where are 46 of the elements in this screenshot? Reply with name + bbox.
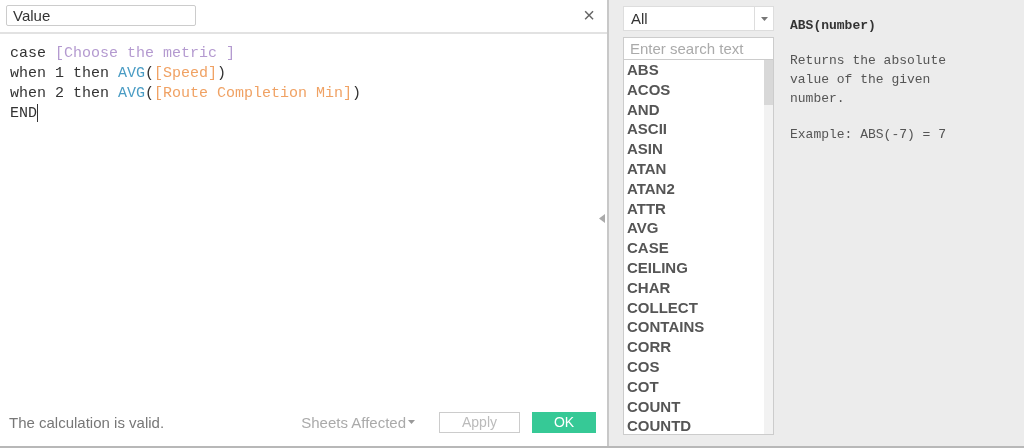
function-list-item[interactable]: AND [627,99,764,120]
code-token: END [10,104,37,124]
function-list-item[interactable]: AVG [627,218,764,239]
function-description: Returns the absolute value of the given number. [790,52,948,108]
function-signature: ABS(number) [790,18,877,33]
function-list-item[interactable]: ACOS [627,79,764,100]
collapse-icon[interactable] [599,214,605,223]
function-list-item[interactable]: COUNTD [627,416,764,434]
validation-message: The calculation is valid. [9,413,166,431]
category-dropdown[interactable]: All [623,6,774,31]
function-list-item[interactable]: CEILING [627,257,764,278]
function-list-item[interactable]: COUNT [627,396,764,417]
code-token: when 2 then [10,84,111,104]
scrollbar-thumb[interactable] [764,60,773,105]
code-token: ) [217,64,227,84]
function-list-item[interactable]: COS [627,356,764,377]
calculation-name-field[interactable]: Value [6,5,196,26]
code-token: case [10,44,47,64]
code-token: [Speed] [154,64,218,84]
function-list-item[interactable]: ATAN [627,159,764,179]
code-token: AVG [118,84,146,104]
code-token: ( [145,84,155,104]
code-token: [Choose the metric ] [55,44,236,64]
function-list-item[interactable]: ASCII [627,119,764,140]
caret-icon [408,420,415,424]
code-token: AVG [118,64,146,84]
function-list-item[interactable]: ATTR [627,198,764,219]
caret-icon [760,16,768,21]
code-token: [Route Completion Min] [154,84,353,104]
function-list-item[interactable]: ABS [627,60,764,80]
function-list-item[interactable]: CORR [627,337,764,357]
code-token: ) [352,84,362,104]
function-list-item[interactable]: CONTAINS [627,317,764,338]
function-list-item[interactable]: CHAR [627,277,764,298]
text-cursor-icon [37,104,38,122]
function-list-item[interactable]: ATAN2 [627,178,764,199]
code-token: when 1 then [10,64,111,84]
function-list-item[interactable]: CASE [627,238,764,258]
code-token: ( [145,64,155,84]
close-button[interactable]: × [583,4,595,27]
formula-editor[interactable]: case [Choose the metric ] when 1 then AVG([Speed]) when 2 then AVG([Route Completion Min]) END [0,34,607,412]
function-list-item[interactable]: COLLECT [627,297,764,318]
function-list-item[interactable]: COT [627,376,764,397]
function-example: Example: ABS(-7) = 7 [790,127,948,142]
search-field[interactable]: Enter search text [623,37,774,60]
function-list-item[interactable]: ASIN [627,139,764,159]
